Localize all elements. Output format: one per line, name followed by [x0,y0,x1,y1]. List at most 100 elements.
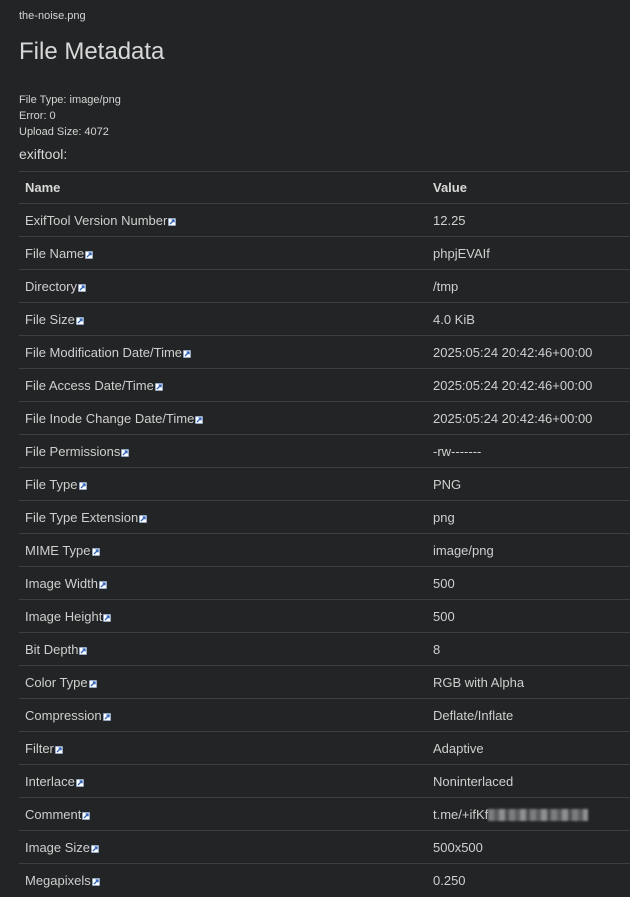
table-row: Interlace Noninterlaced [19,764,630,798]
table-row: Filter Adaptive [19,731,630,765]
external-link-icon[interactable] [82,808,91,820]
external-link-icon[interactable] [168,214,177,226]
metadata-value-cell: Noninterlaced [427,764,630,798]
external-link-icon[interactable] [79,643,88,655]
exiftool-section-label: exiftool: [19,146,68,162]
metadata-name: File Type Extension [25,509,139,525]
metadata-table-body: ExifTool Version Number 12.25 File Name php… [19,203,630,896]
metadata-value-cell: 0.250 [427,863,630,896]
external-link-icon[interactable] [78,280,86,292]
metadata-name: Image Height [25,608,103,624]
external-link-icon[interactable] [55,742,63,754]
external-link-icon[interactable] [78,478,87,490]
metadata-value: 0.250 [433,872,466,888]
table-row: Comment t.me/+ifKf [19,797,630,831]
table-row: File Inode Change Date/Time 2025:05:24 20… [19,401,630,435]
metadata-value-cell: Deflate/Inflate [427,698,630,732]
metadata-name-cell: Color Type [19,665,427,699]
metadata-name: Bit Depth [25,641,79,657]
metadata-name-cell: Megapixels [19,863,427,896]
table-header-row: Name Value [19,171,630,204]
metadata-name: Color Type [25,674,88,690]
external-link-icon[interactable] [195,412,204,424]
metadata-name-cell: ExifTool Version Number [19,203,427,237]
metadata-value-cell: RGB with Alpha [427,665,630,699]
metadata-name-cell: Image Size [19,830,427,864]
metadata-value-cell: 2025:05:24 20:42:46+00:00 [427,368,630,402]
external-link-icon[interactable] [91,874,100,886]
metadata-value-cell: 500 [427,566,630,600]
metadata-name-cell: Compression [19,698,427,732]
metadata-name: File Inode Change Date/Time [25,410,195,426]
metadata-value: 2025:05:24 20:42:46+00:00 [433,377,593,393]
metadata-name: Image Width [25,575,98,591]
external-link-icon[interactable] [121,445,130,457]
table-row: Compression Deflate/Inflate [19,698,630,732]
metadata-value: -rw------- [433,443,482,459]
metadata-name: Directory [25,278,78,294]
file-name-label: the-noise.png [19,10,86,22]
metadata-value-cell: 500 [427,599,630,633]
metadata-value: Noninterlaced [433,773,514,789]
metadata-name-cell: File Modification Date/Time [19,335,427,369]
external-link-icon[interactable] [85,247,94,259]
metadata-value: 500 [433,608,455,624]
metadata-name: File Permissions [25,443,121,459]
metadata-name: File Modification Date/Time [25,344,183,360]
metadata-value: 500 [433,575,455,591]
metadata-name: Compression [25,707,102,723]
metadata-table: Name Value ExifTool Version Number 12.25 F… [19,171,630,896]
external-link-icon[interactable] [91,544,100,556]
table-row: Directory/tmp [19,269,630,303]
metadata-name-cell: Comment [19,797,427,831]
table-row: Image Height 500 [19,599,630,633]
external-link-icon[interactable] [76,313,84,325]
metadata-name-cell: Image Height [19,599,427,633]
table-row: MIME Type image/png [19,533,630,567]
metadata-name-cell: Bit Depth [19,632,427,666]
metadata-name: MIME Type [25,542,91,558]
metadata-value: 2025:05:24 20:42:46+00:00 [433,410,593,426]
external-link-icon[interactable] [155,379,163,391]
metadata-name-cell: Filter [19,731,427,765]
metadata-value: t.me/+ifKf [433,806,489,822]
external-link-icon[interactable] [183,346,191,358]
external-link-icon[interactable] [102,709,111,721]
table-row: Image Width 500 [19,566,630,600]
metadata-value-cell: -rw------- [427,434,630,468]
redacted-text-blur [488,808,589,821]
external-link-icon[interactable] [76,775,84,787]
metadata-value-cell: 500x500 [427,830,630,864]
upload-file-type: File Type: image/png [19,94,121,106]
metadata-value: RGB with Alpha [433,674,525,690]
metadata-name-cell: File Inode Change Date/Time [19,401,427,435]
external-link-icon[interactable] [103,610,112,622]
external-link-icon[interactable] [99,577,107,589]
table-row: File Name phpjEVAIf [19,236,630,270]
upload-size: Upload Size: 4072 [19,126,109,138]
metadata-name: Comment [25,806,82,822]
metadata-value-cell: Adaptive [427,731,630,765]
metadata-name-cell: File Permissions [19,434,427,468]
table-row: File Permissions -rw------- [19,434,630,468]
metadata-value: Adaptive [433,740,484,756]
table-row: File Type PNG [19,467,630,501]
metadata-name: File Access Date/Time [25,377,154,393]
metadata-value: phpjEVAIf [433,245,490,261]
external-link-icon[interactable] [139,511,148,523]
table-row: Bit Depth 8 [19,632,630,666]
metadata-value-cell: 2025:05:24 20:42:46+00:00 [427,335,630,369]
metadata-name-cell: File Name [19,236,427,270]
metadata-value: png [433,509,455,525]
upload-info: File Type: image/png Error: 0 Upload Siz… [19,92,121,140]
metadata-value: PNG [433,476,462,492]
table-row: Color Type RGB with Alpha [19,665,630,699]
table-row: Megapixels 0.250 [19,863,630,896]
external-link-icon[interactable] [88,676,97,688]
metadata-value: 4.0 KiB [433,311,475,327]
metadata-name: File Type [25,476,78,492]
metadata-value: 500x500 [433,839,483,855]
metadata-name-cell: File Access Date/Time [19,368,427,402]
external-link-icon[interactable] [91,841,99,853]
metadata-value: 8 [433,641,441,657]
